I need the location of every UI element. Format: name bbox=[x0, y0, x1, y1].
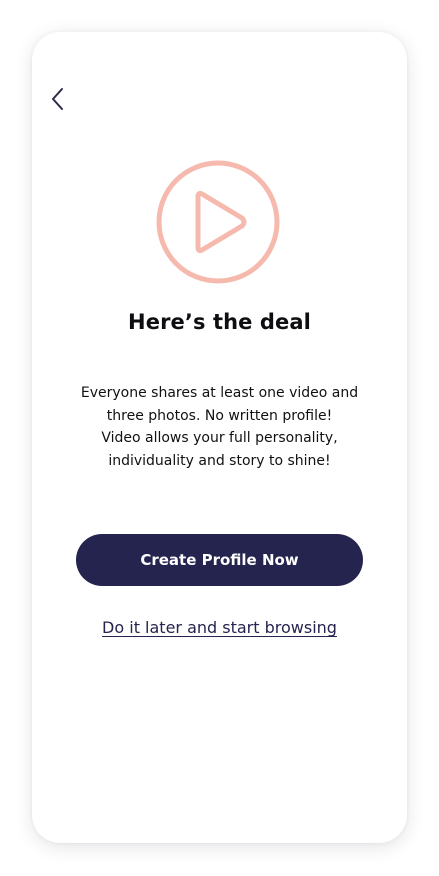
description-line: Everyone shares at least one video and bbox=[80, 385, 359, 401]
page-title: Here’s the deal bbox=[128, 310, 311, 334]
create-profile-button[interactable]: Create Profile Now bbox=[76, 534, 363, 586]
description-text: Everyone shares at least one video and t… bbox=[70, 382, 369, 472]
chevron-left-icon bbox=[52, 88, 63, 110]
back-button[interactable] bbox=[46, 84, 70, 114]
browse-later-link[interactable]: Do it later and start browsing bbox=[32, 618, 407, 637]
screen: Here’s the deal Everyone shares at least… bbox=[0, 0, 439, 876]
play-circle-icon bbox=[154, 158, 282, 286]
description-line: individuality and story to shine! bbox=[108, 452, 331, 469]
onboarding-card: Here’s the deal Everyone shares at least… bbox=[32, 32, 407, 843]
description-line: Video allows your full personality, bbox=[101, 430, 338, 446]
description-line: three photos. No written profile! bbox=[106, 407, 333, 424]
